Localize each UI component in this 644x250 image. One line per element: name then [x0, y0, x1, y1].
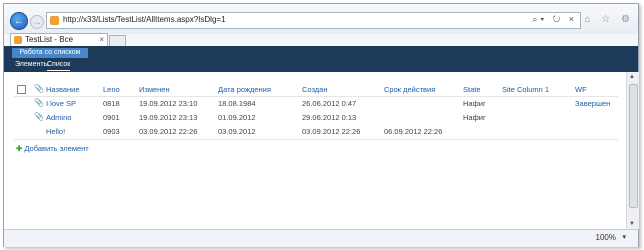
paperclip-icon: 📎: [34, 112, 44, 121]
row-created: 29.06.2012 0:13: [302, 113, 357, 122]
row-leno: 0901: [103, 113, 120, 122]
row-created: 26.06.2012 0:47: [302, 99, 357, 108]
column-header-title[interactable]: Название: [46, 85, 80, 94]
paperclip-icon: 📎: [34, 98, 44, 107]
browser-tab[interactable]: TestList - Все элементы ×: [10, 33, 108, 53]
scrollbar-thumb[interactable]: [629, 84, 638, 208]
back-arrow-icon[interactable]: ←: [10, 12, 28, 30]
row-leno: 0818: [103, 99, 120, 108]
column-header-state[interactable]: State: [463, 85, 481, 94]
row-title-link[interactable]: I love SP: [46, 99, 76, 108]
add-item-label: Добавить элемент: [24, 144, 89, 153]
zoom-level[interactable]: 100%: [596, 233, 616, 242]
row-state: Нафиг: [463, 99, 486, 108]
row-modified: 19.09.2012 23:10: [139, 99, 198, 108]
chevron-down-icon[interactable]: ▾: [622, 233, 626, 241]
paperclip-icon: 📎: [34, 84, 44, 93]
list-bottom-divider: [14, 139, 618, 140]
vertical-scrollbar[interactable]: ▲ ▼: [626, 72, 639, 229]
column-header-created[interactable]: Создан: [302, 85, 327, 94]
tab-close-icon[interactable]: ×: [99, 35, 104, 44]
row-wf-link[interactable]: Завершен: [575, 99, 610, 108]
address-toolbar: ← → http://x33/Lists/TestList/AllItems.a…: [4, 4, 638, 34]
row-created: 03.09.2012 22:26: [302, 127, 361, 136]
column-header-birth-date[interactable]: Дата рождения: [218, 85, 271, 94]
ribbon: Работа со списком Элементы Список: [4, 46, 638, 72]
tab-items[interactable]: Элементы: [15, 60, 49, 70]
column-header-wf[interactable]: WF: [575, 85, 587, 94]
row-birth-date: 03.09.2012: [218, 127, 256, 136]
column-header-leno[interactable]: Leno: [103, 85, 120, 94]
address-bar[interactable]: http://x33/Lists/TestList/AllItems.aspx?…: [46, 12, 581, 29]
row-birth-date: 01.09.2012: [218, 113, 256, 122]
column-header-site-column-1[interactable]: Site Column 1: [502, 85, 549, 94]
scroll-up-icon[interactable]: ▲: [629, 74, 635, 80]
row-state: Нафиг: [463, 113, 486, 122]
column-header-expiry[interactable]: Срок действия: [384, 85, 435, 94]
scroll-down-icon[interactable]: ▼: [629, 221, 635, 227]
row-title-link[interactable]: Hello!: [46, 127, 65, 136]
url-text[interactable]: http://x33/Lists/TestList/AllItems.aspx?…: [63, 15, 226, 24]
browser-window: ← → http://x33/Lists/TestList/AllItems.a…: [3, 3, 639, 247]
status-bar: 100% ▾: [4, 229, 638, 247]
select-all-checkbox[interactable]: [17, 85, 26, 94]
header-divider: [14, 96, 618, 97]
row-leno: 0903: [103, 127, 120, 136]
site-favicon-icon: [50, 16, 59, 25]
tab-list[interactable]: Список: [47, 60, 71, 71]
plus-icon: ✚: [16, 144, 23, 153]
add-item-link[interactable]: ✚ Добавить элемент: [16, 144, 89, 153]
row-birth-date: 18.08.1984: [218, 99, 256, 108]
forward-arrow-icon[interactable]: →: [30, 15, 44, 29]
address-tools[interactable]: ⌕▾ ↻ ×: [532, 14, 577, 25]
home-star-gear-icons[interactable]: ⌂ ☆ ⚙: [584, 14, 634, 25]
row-title-link[interactable]: Admino: [46, 113, 71, 122]
ribbon-context-group: Работа со списком: [12, 48, 88, 58]
row-modified: 03.09.2012 22:26: [139, 127, 198, 136]
list-view: 📎 Название Leno Изменен Дата рождения Со…: [4, 72, 626, 229]
tab-favicon-icon: [14, 36, 22, 44]
row-expiry: 06.09.2012 22:26: [384, 127, 443, 136]
column-header-modified[interactable]: Изменен: [139, 85, 170, 94]
row-modified: 19.09.2012 23:13: [139, 113, 198, 122]
